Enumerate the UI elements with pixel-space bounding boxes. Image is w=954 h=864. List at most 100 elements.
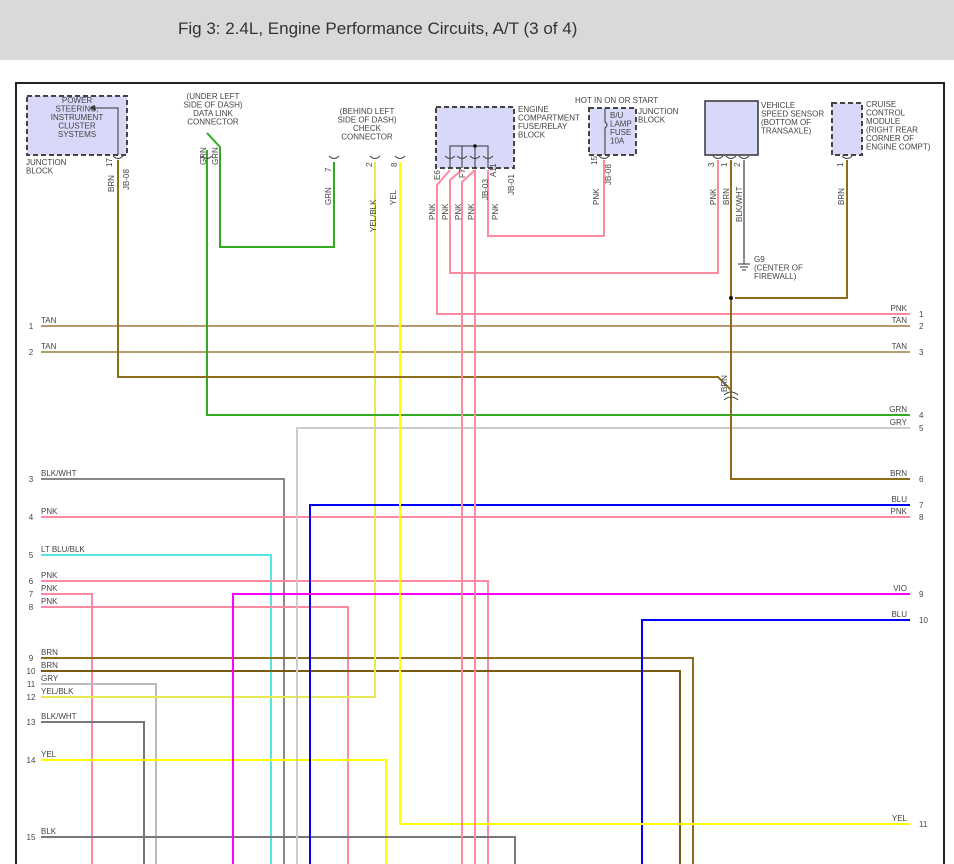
right-pin-number: 5: [919, 424, 924, 433]
wire-left-7: [41, 593, 93, 864]
wire-left-10: [41, 670, 681, 864]
pin-label: BRN: [722, 188, 731, 205]
left-wire-label: PNK: [41, 571, 58, 580]
pin-label: BLK/WHT: [735, 186, 744, 222]
pin-label: 8: [390, 162, 399, 167]
right-wire-label: GRN: [889, 405, 907, 414]
wire-pnk-fuse: [487, 160, 605, 237]
right-wire-label: TAN: [892, 316, 908, 325]
connector-pin-icon: [369, 155, 381, 159]
connector-pin-icon: [394, 155, 406, 159]
pin-label: YEL: [389, 189, 398, 205]
right-pin-number: 6: [919, 475, 924, 484]
pin-label: PNK: [709, 188, 718, 205]
wire-brn-junction: [117, 160, 732, 391]
right-wire-label: TAN: [892, 342, 908, 351]
right-pin-number: 2: [919, 322, 924, 331]
left-wire-label: GRY: [41, 674, 59, 683]
labels: 1 TAN 2 TAN 3 BLK/WHT 4 PNK 5 LT BLU/BLK 6 PNK 7 PNK 8…: [26, 92, 931, 842]
left-pin-number: 6: [29, 577, 34, 586]
left-pin-number: 4: [29, 513, 34, 522]
left-pin-number: 11: [27, 680, 36, 689]
left-pin-number: 7: [29, 590, 34, 599]
data-link-connector-label: CONNECTOR: [187, 118, 239, 127]
pin-label: PNK: [467, 203, 476, 220]
wire-left-15: [41, 836, 516, 864]
pin-label: JB-08: [604, 164, 613, 185]
pin-label: JB-08: [122, 169, 131, 190]
pin-label: BRN: [107, 175, 116, 192]
right-pin-number: 4: [919, 411, 924, 420]
hot-in-on-or-start-label: HOT IN ON OR START: [575, 96, 658, 105]
jb-03-label: JB-03: [481, 179, 490, 200]
left-pin-number: 14: [27, 756, 36, 765]
pin-label: PNK: [441, 203, 450, 220]
power-steering-label: SYSTEMS: [58, 130, 96, 139]
left-wire-label: LT BLU/BLK: [41, 545, 85, 554]
pin-label: GRN: [211, 147, 220, 165]
pin-label: PNK: [491, 203, 500, 220]
pin-label: 15: [590, 156, 599, 165]
ground-icon: [738, 258, 750, 271]
wire-right-5: [296, 427, 910, 864]
right-wire-label: GRY: [890, 418, 908, 427]
check-connector-label: CONNECTOR: [341, 133, 393, 142]
right-pin-number: 3: [919, 348, 924, 357]
left-pin-number: 9: [29, 654, 34, 663]
left-wire-label: PNK: [41, 597, 58, 606]
right-wire-label: BLU: [891, 495, 907, 504]
pin-label: 2: [733, 162, 742, 167]
pin-a11-label: A11: [489, 163, 498, 177]
wire-right-11: [399, 162, 910, 825]
left-wire-label: BRN: [41, 648, 58, 657]
right-pin-number: 7: [919, 501, 924, 510]
right-pin-number: 8: [919, 513, 924, 522]
fuse-relay-label: BLOCK: [518, 131, 546, 140]
wire-right-10: [641, 619, 910, 864]
pin-label: YEL/BLK: [369, 199, 378, 232]
pin-label: GRN: [324, 187, 333, 205]
left-pin-number: 12: [27, 693, 36, 702]
left-pin-number: 1: [29, 322, 34, 331]
left-pin-number: 5: [29, 551, 34, 560]
connector-pin-icon: [841, 155, 853, 159]
right-wire-label: BRN: [890, 469, 907, 478]
connector-pin-icon: [712, 155, 724, 159]
wires: [41, 132, 910, 864]
right-wire-label: VIO: [893, 584, 907, 593]
splice-dot: [473, 144, 477, 148]
wire-right-6: [730, 160, 910, 480]
right-pin-number: 10: [919, 616, 928, 625]
left-wire-label: BLK/WHT: [41, 469, 77, 478]
left-wire-label: TAN: [41, 316, 57, 325]
pin-label: 3: [707, 162, 716, 167]
connector-pin-icon: [598, 155, 610, 159]
pin-label: 17: [105, 158, 114, 167]
pin-label: E6: [433, 170, 442, 180]
cruise-control-box: [831, 102, 863, 156]
right-pin-number: 11: [919, 820, 928, 829]
pin-label: BRN: [837, 188, 846, 205]
left-wire-label: TAN: [41, 342, 57, 351]
ground-g9-label: FIREWALL): [754, 272, 797, 281]
wire-right-4: [206, 150, 910, 416]
wire-left-8: [41, 606, 349, 864]
left-pin-number: 10: [27, 667, 36, 676]
splice-dot: [729, 296, 733, 300]
vehicle-speed-sensor-box: [704, 100, 759, 156]
pin-label: PNK: [454, 203, 463, 220]
connector-pin-icon: [738, 155, 750, 159]
junction-block-label: BLOCK: [26, 167, 54, 176]
left-wire-label: YEL/BLK: [41, 687, 74, 696]
left-pin-number: 13: [27, 718, 36, 727]
pin-label: GRN: [199, 147, 208, 165]
left-wire-label: BLK/WHT: [41, 712, 77, 721]
right-wire-label: PNK: [891, 304, 908, 313]
bu-lamp-fuse-label: 10A: [610, 137, 625, 146]
pin-label: 2: [365, 162, 374, 167]
left-pin-number: 3: [29, 475, 34, 484]
junction-block-label: BLOCK: [638, 116, 666, 125]
vehicle-speed-sensor-label: TRANSAXLE): [761, 127, 812, 136]
left-wire-label: BLK: [41, 827, 57, 836]
right-wire-label: PNK: [891, 507, 908, 516]
